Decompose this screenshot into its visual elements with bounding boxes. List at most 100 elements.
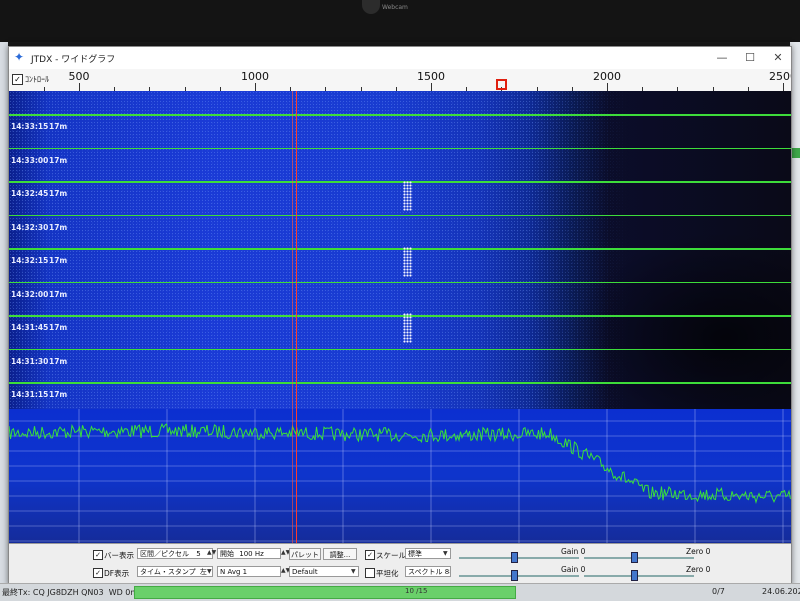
waterfall-band-label: 17m	[49, 222, 68, 232]
bins-label: 区間／ピクセル	[140, 550, 189, 558]
waterfall-time-label: 14:32:45	[11, 189, 49, 198]
timestamp-label: タイム・スタンプ	[140, 568, 196, 576]
webcam-icon	[362, 0, 380, 14]
period-separator-line	[9, 382, 791, 384]
scale-checkbox[interactable]: ✓	[365, 550, 375, 560]
ruler-tick	[431, 83, 432, 91]
last-tx-text: 最終Tx: CQ JG8DZH QN03 WD 0m	[2, 587, 138, 598]
rx-frequency-marker[interactable]	[496, 79, 508, 90]
ruler-label: 2500	[769, 70, 791, 83]
gain2-value: Gain 0	[561, 565, 586, 574]
waterfall-band-label: 17m	[49, 289, 68, 299]
gain-slider-track[interactable]	[459, 557, 579, 559]
waterfall-time-label: 14:32:30	[11, 222, 49, 232]
close-button[interactable]: ✕	[765, 49, 791, 67]
waterfall-band-label: 17m	[49, 189, 68, 198]
ruler-tick	[255, 83, 256, 91]
widegraph-window: ✦ JTDX - ワイドグラフ — ☐ ✕ ✓ ｺﾝﾄﾛｰﾙ 500 1000 15…	[8, 46, 792, 586]
period-separator-line	[9, 114, 791, 116]
desktop-edge-left	[0, 42, 8, 600]
period-progress-text: 10 /15	[405, 587, 428, 595]
timestamp-value: 左	[199, 568, 207, 576]
chevron-down-icon[interactable]: ▼	[207, 568, 212, 575]
ruler-label: 500	[68, 70, 90, 83]
df-display-label: DF表示	[104, 569, 130, 578]
date-text: 24.06.2021	[762, 587, 800, 596]
start-value: 100 Hz	[239, 550, 264, 558]
minimize-button[interactable]: —	[709, 49, 735, 67]
period-separator-line	[9, 248, 791, 250]
ft8-signal-trace	[403, 181, 412, 211]
control-checkbox[interactable]: ✓	[12, 74, 23, 85]
waterfall-time-label: 14:31:30	[11, 356, 49, 366]
timestamp-select[interactable]: タイム・スタンプ 左	[137, 566, 213, 577]
webcam-label: Webcam	[382, 4, 408, 11]
spectrum-select[interactable]: スペクトル 88	[405, 566, 451, 577]
ft8-signal-trace	[403, 313, 412, 343]
spectrum-plot	[9, 409, 791, 543]
zero-slider-track[interactable]	[584, 557, 694, 559]
bar-display-checkbox[interactable]: ✓	[93, 550, 103, 560]
decode-count: 0/7	[712, 587, 725, 596]
ruler-label: 1000	[241, 70, 269, 83]
gain-value: Gain 0	[561, 547, 586, 556]
zero2-slider-track[interactable]	[584, 575, 694, 577]
bins-value: 5	[196, 550, 201, 558]
adjust-button[interactable]: 調整...	[323, 548, 357, 560]
chevron-down-icon[interactable]: ▼	[351, 568, 356, 575]
spin-arrow-icon[interactable]: ▲▼	[207, 549, 216, 556]
scale-label: スケール	[376, 551, 406, 560]
waterfall-time-label: 14:33:00	[11, 155, 49, 165]
df-display-checkbox[interactable]: ✓	[93, 568, 103, 578]
ruler-tick	[783, 83, 784, 91]
period-progress-bar: 10 /15	[134, 586, 516, 599]
waterfall-band-label: 17m	[49, 122, 68, 131]
waterfall-band-label: 17m	[49, 323, 68, 332]
zero-slider-thumb[interactable]	[631, 552, 638, 563]
navg-spinbox[interactable]: N Avg 1	[217, 566, 281, 577]
tx-cursor-line	[292, 91, 293, 583]
period-separator-line	[9, 348, 791, 350]
title-bar[interactable]: ✦ JTDX - ワイドグラフ — ☐ ✕	[9, 47, 791, 69]
ruler-label: 1500	[417, 70, 445, 83]
bar-display-label: バー表示	[104, 551, 134, 560]
waterfall-time-label: 14:32:15	[11, 256, 49, 265]
ft8-signal-trace	[403, 247, 412, 277]
waterfall-display[interactable]: 14:33:15 17m 14:33:00 17m 14:32:45 17m 14:32:3…	[9, 91, 791, 409]
period-separator-line	[9, 214, 791, 216]
ruler-label: 2000	[593, 70, 621, 83]
chevron-down-icon[interactable]: ▼	[443, 550, 448, 557]
gain-slider-thumb[interactable]	[511, 552, 518, 563]
ruler-tick	[607, 83, 608, 91]
waterfall-time-label: 14:31:45	[11, 323, 49, 332]
control-label: ｺﾝﾄﾛｰﾙ	[25, 75, 49, 84]
waterfall-band-label: 17m	[49, 256, 68, 265]
gain2-slider-thumb[interactable]	[511, 570, 518, 581]
period-separator-line	[9, 315, 791, 317]
monitor-bezel: Webcam	[0, 0, 800, 42]
zero2-slider-thumb[interactable]	[631, 570, 638, 581]
gain2-slider-track[interactable]	[459, 575, 579, 577]
period-separator-line	[9, 181, 791, 183]
app-icon: ✦	[14, 50, 25, 64]
rx-cursor-line	[296, 91, 297, 583]
zero2-value: Zero 0	[686, 565, 711, 574]
last-tx-message: 最終Tx: CQ JG8DZH QN03	[2, 588, 104, 597]
period-separator-line	[9, 281, 791, 283]
waterfall-time-label: 14:31:15	[11, 390, 49, 399]
period-separator-line	[9, 147, 791, 149]
spectrum-display[interactable]	[9, 409, 791, 543]
start-frequency-spinbox[interactable]: 開始 100 Hz	[217, 548, 281, 559]
frequency-ruler[interactable]: ✓ ｺﾝﾄﾛｰﾙ 5001000150020002500300035004000…	[9, 69, 791, 92]
palette-select[interactable]: Default	[289, 566, 359, 577]
waterfall-band-label: 17m	[49, 390, 68, 399]
bins-per-pixel-spinbox[interactable]: 区間／ピクセル 5	[137, 548, 213, 559]
ruler-tick	[79, 83, 80, 91]
start-label: 開始	[220, 550, 234, 558]
maximize-button[interactable]: ☐	[737, 49, 763, 67]
waterfall-time-label: 14:33:15	[11, 122, 49, 131]
main-status-strip: 最終Tx: CQ JG8DZH QN03 WD 0m 10 /15 0/7 24…	[0, 583, 800, 601]
palette-button[interactable]: パレット	[289, 548, 321, 560]
flatten-checkbox[interactable]	[365, 568, 375, 578]
waterfall-time-label: 14:32:00	[11, 289, 49, 299]
